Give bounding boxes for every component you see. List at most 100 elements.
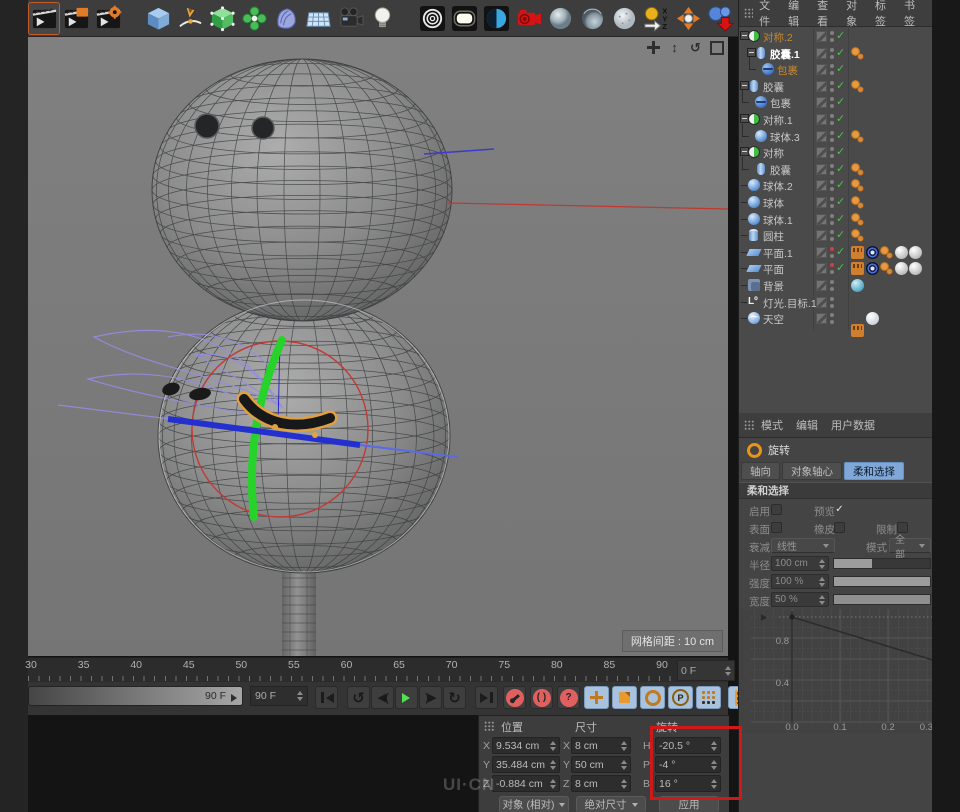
tree-item[interactable]: 平面 ✓ xyxy=(739,260,933,277)
enabled-check-icon[interactable]: ✓ xyxy=(836,178,845,191)
enabled-check-icon[interactable]: ✓ xyxy=(836,145,845,158)
enabled-check-icon[interactable]: ✓ xyxy=(836,79,845,92)
kf-pla-button[interactable] xyxy=(696,686,721,709)
visibility-toggle[interactable] xyxy=(816,163,827,175)
play-button[interactable] xyxy=(395,686,418,709)
enabled-check-icon[interactable]: ✓ xyxy=(836,162,845,175)
mat-blue-tag[interactable] xyxy=(851,279,864,292)
size-x-field[interactable]: 8 cm xyxy=(571,737,631,754)
am-menu-item[interactable]: 编辑 xyxy=(796,417,818,433)
phong-tag[interactable] xyxy=(851,129,864,143)
material-sphere-a-icon[interactable] xyxy=(545,3,575,34)
strength-slider[interactable] xyxy=(833,576,931,587)
position-x-field[interactable]: 9.534 cm xyxy=(492,737,560,754)
tree-item[interactable]: 天空 xyxy=(739,310,933,338)
enable-checkbox[interactable] xyxy=(771,504,782,515)
stepper-icon[interactable] xyxy=(550,778,556,789)
render-visibility-dots[interactable] xyxy=(830,163,834,175)
camera-icon[interactable] xyxy=(335,3,365,34)
next-frame-button[interactable]: ↻ xyxy=(443,686,466,709)
target-rings-icon[interactable] xyxy=(417,3,447,34)
tree-item[interactable]: 包裹 ✓ xyxy=(739,57,933,78)
stepper-icon[interactable] xyxy=(819,558,825,569)
key-selection-button[interactable]: ? xyxy=(557,686,580,709)
next-key-button[interactable]: )▶ xyxy=(419,686,442,709)
tab-轴向[interactable]: 轴向 xyxy=(741,462,780,480)
viewport-scene[interactable] xyxy=(28,37,728,656)
rubber-checkbox[interactable] xyxy=(834,522,845,533)
texture-tag[interactable] xyxy=(851,245,864,259)
render-picture-viewer-icon[interactable] xyxy=(61,3,91,34)
enabled-check-icon[interactable]: ✓ xyxy=(836,195,845,208)
tree-item[interactable]: 对称 ✓ xyxy=(739,144,933,161)
render-visibility-dots[interactable] xyxy=(830,47,834,59)
size-y-field[interactable]: 50 cm xyxy=(571,756,631,773)
floor-grid-icon[interactable] xyxy=(303,3,333,34)
visibility-toggle[interactable] xyxy=(816,97,827,109)
apply-button[interactable]: 应用 xyxy=(659,796,719,812)
am-menu-item[interactable]: 模式 xyxy=(761,417,783,433)
visibility-toggle[interactable] xyxy=(816,80,827,92)
render-visibility-dots[interactable] xyxy=(830,263,834,275)
target-tag[interactable] xyxy=(865,245,879,259)
enabled-check-icon[interactable]: ✓ xyxy=(836,261,845,274)
tab-对象轴心[interactable]: 对象轴心 xyxy=(782,462,842,480)
stepper-icon[interactable] xyxy=(621,778,627,789)
material-sphere-c-icon[interactable] xyxy=(609,3,639,34)
size-mode-dropdown[interactable]: 绝对尺寸 xyxy=(576,796,646,812)
tree-item[interactable]: 球体.2 ✓ xyxy=(739,177,933,194)
tree-item[interactable]: 圆柱 ✓ xyxy=(739,227,933,244)
visibility-toggle[interactable] xyxy=(816,130,827,142)
render-visibility-dots[interactable] xyxy=(830,313,834,325)
frame-selected-icon[interactable] xyxy=(673,3,703,34)
radius-slider[interactable] xyxy=(833,558,931,569)
half-sphere-shade-icon[interactable] xyxy=(481,3,511,34)
enabled-check-icon[interactable]: ✓ xyxy=(836,29,845,42)
current-frame-field[interactable]: 0 F xyxy=(677,660,735,681)
timeline-ruler[interactable]: 0 F 30 35 40 45 50 55 60 65 70 75 80 85 90 xyxy=(25,657,735,683)
visibility-toggle[interactable] xyxy=(816,197,827,208)
visibility-toggle[interactable] xyxy=(816,147,827,159)
tree-item[interactable]: 平面.1 ✓ xyxy=(739,244,933,261)
render-visibility-dots[interactable] xyxy=(830,97,834,109)
tree-item[interactable]: 胶囊.1 ✓ xyxy=(739,45,933,62)
stepper-icon[interactable] xyxy=(725,665,731,676)
render-visibility-dots[interactable] xyxy=(830,31,834,42)
om-menu-item[interactable]: 查看 xyxy=(817,0,833,29)
panel-handle-icon[interactable] xyxy=(744,7,754,19)
enabled-check-icon[interactable]: ✓ xyxy=(836,245,845,258)
visibility-toggle[interactable] xyxy=(816,64,827,76)
phong-tag[interactable] xyxy=(851,162,864,176)
stepper-icon[interactable] xyxy=(819,576,825,587)
mat-white-tag[interactable] xyxy=(894,245,908,259)
tree-item[interactable]: 背景 xyxy=(739,277,933,294)
rotation-p-field[interactable]: -4 ° xyxy=(655,756,721,773)
phong-tag[interactable] xyxy=(851,196,864,209)
stepper-icon[interactable] xyxy=(711,740,717,751)
om-menu-item[interactable]: 文件 xyxy=(759,0,775,29)
autokey-button[interactable]: ( ) xyxy=(530,686,553,709)
tree-item[interactable]: 对称.1 ✓ xyxy=(739,111,933,128)
kf-parameter-button[interactable]: P xyxy=(668,686,693,709)
radius-field[interactable]: 100 cm xyxy=(771,556,829,571)
tab-柔和选择[interactable]: 柔和选择 xyxy=(844,462,904,480)
render-visibility-dots[interactable] xyxy=(830,197,834,208)
position-z-field[interactable]: -0.884 cm xyxy=(492,775,560,792)
texture-tag[interactable] xyxy=(851,262,864,276)
mode-dropdown[interactable]: 全部 xyxy=(889,535,931,561)
prev-frame-button[interactable]: ↺ xyxy=(347,686,370,709)
kf-position-button[interactable] xyxy=(584,686,609,709)
om-menu-item[interactable]: 标签 xyxy=(875,0,891,29)
visibility-toggle[interactable] xyxy=(816,263,827,275)
visibility-toggle[interactable] xyxy=(816,31,827,42)
phong-tag[interactable] xyxy=(880,262,893,276)
light-icon[interactable] xyxy=(367,3,397,34)
stepper-icon[interactable] xyxy=(819,594,825,605)
tree-item[interactable]: 包裹 ✓ xyxy=(739,90,933,111)
mat-white-tag[interactable] xyxy=(909,245,922,259)
maximize-icon[interactable] xyxy=(709,40,724,55)
rotation-h-field[interactable]: -20.5 ° xyxy=(655,737,721,754)
enabled-check-icon[interactable]: ✓ xyxy=(836,62,845,75)
red-camera-icon[interactable] xyxy=(513,3,543,34)
add-cube-icon[interactable] xyxy=(143,3,173,34)
